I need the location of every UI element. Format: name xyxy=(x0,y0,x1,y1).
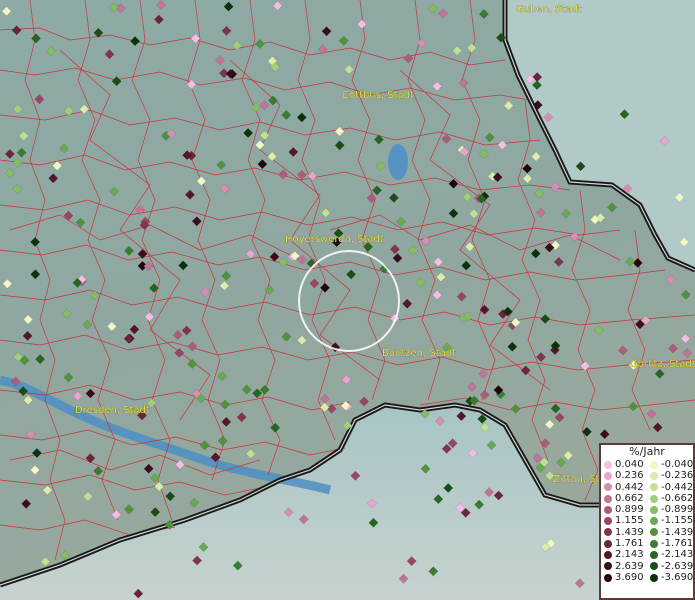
legend-entry-negative: -1.155 xyxy=(647,515,693,526)
legend-entry-positive: 1.439 xyxy=(601,527,647,538)
legend-label: 3.690 xyxy=(615,571,644,583)
legend-label: 0.236 xyxy=(615,470,644,482)
legend-swatch xyxy=(604,505,612,514)
legend-row: 0.899 -0.899 xyxy=(601,504,693,515)
legend-entry-positive: 0.899 xyxy=(601,504,647,515)
legend-entry-positive: 3.690 xyxy=(601,572,647,583)
city-label-hoyerswerda: Hoyerswerda, Stadt xyxy=(285,234,384,245)
legend-swatch xyxy=(604,573,612,582)
legend-label: -1.155 xyxy=(661,515,694,527)
legend-entry-negative: -0.899 xyxy=(647,504,693,515)
city-label-dresden: Dresden, Stadt xyxy=(75,405,150,416)
legend-row: 0.040 -0.040 xyxy=(601,459,693,470)
legend-label: -0.236 xyxy=(661,470,694,482)
legend-label: -0.442 xyxy=(661,481,694,493)
map-legend: %/Jahr 0.040 -0.040 0.236 -0.236 0.442 -0.442… xyxy=(599,443,695,600)
legend-entry-positive: 2.639 xyxy=(601,561,647,572)
legend-entry-positive: 0.662 xyxy=(601,493,647,504)
legend-label: 0.040 xyxy=(615,459,644,470)
legend-row: 3.690 -3.690 xyxy=(601,572,693,583)
city-label-cottbus: Cottbus, Stadt xyxy=(342,90,414,101)
legend-swatch xyxy=(604,471,612,480)
legend-swatch xyxy=(650,528,658,537)
map-canvas[interactable]: Guben, Stadt Cottbus, Stadt Hoyerswerda,… xyxy=(0,0,695,600)
legend-entry-positive: 1.155 xyxy=(601,515,647,526)
legend-row: 0.442 -0.442 xyxy=(601,482,693,493)
legend-rows: 0.040 -0.040 0.236 -0.236 0.442 -0.442 0.662 -0… xyxy=(601,459,693,583)
legend-entry-negative: -0.662 xyxy=(647,493,693,504)
legend-swatch xyxy=(650,562,658,571)
legend-entry-positive: 2.143 xyxy=(601,549,647,560)
legend-label: -0.899 xyxy=(661,504,694,516)
legend-entry-negative: -0.236 xyxy=(647,470,693,481)
legend-swatch xyxy=(604,460,612,469)
legend-entry-negative: -0.040 xyxy=(647,459,693,470)
city-label-bautzen: Bautzen, Stadt xyxy=(382,348,456,359)
legend-label: 1.761 xyxy=(615,538,644,550)
legend-swatch xyxy=(604,551,612,560)
city-label-goerlitz: Görlitz, Stadt xyxy=(630,359,695,370)
legend-label: 0.442 xyxy=(615,481,644,493)
legend-swatch xyxy=(604,494,612,503)
legend-label: -1.761 xyxy=(661,538,694,550)
legend-swatch xyxy=(650,573,658,582)
legend-label: -1.439 xyxy=(661,526,694,538)
legend-entry-negative: -3.690 xyxy=(647,572,693,583)
legend-swatch xyxy=(604,562,612,571)
legend-swatch xyxy=(650,471,658,480)
legend-swatch xyxy=(650,539,658,548)
legend-swatch xyxy=(604,539,612,548)
legend-label: -0.040 xyxy=(661,459,694,470)
legend-label: 0.899 xyxy=(615,504,644,516)
legend-swatch xyxy=(650,517,658,526)
legend-entry-negative: -1.439 xyxy=(647,527,693,538)
legend-title: %/Jahr xyxy=(629,445,665,458)
legend-swatch xyxy=(604,517,612,526)
legend-row: 1.155 -1.155 xyxy=(601,515,693,526)
legend-row: 1.761 -1.761 xyxy=(601,538,693,549)
legend-swatch xyxy=(650,483,658,492)
legend-row: 0.236 -0.236 xyxy=(601,470,693,481)
legend-swatch xyxy=(650,494,658,503)
legend-entry-negative: -1.761 xyxy=(647,538,693,549)
legend-entry-negative: -0.442 xyxy=(647,482,693,493)
legend-entry-positive: 1.761 xyxy=(601,538,647,549)
legend-label: -0.662 xyxy=(661,492,694,504)
legend-swatch xyxy=(650,551,658,560)
legend-row: 1.439 -1.439 xyxy=(601,527,693,538)
legend-row: 0.662 -0.662 xyxy=(601,493,693,504)
legend-label: 2.639 xyxy=(615,560,644,572)
legend-label: -3.690 xyxy=(661,571,694,583)
legend-swatch xyxy=(604,483,612,492)
legend-label: 2.143 xyxy=(615,549,644,561)
legend-row: 2.639 -2.639 xyxy=(601,561,693,572)
legend-swatch xyxy=(650,505,658,514)
legend-entry-positive: 0.442 xyxy=(601,482,647,493)
legend-entry-negative: -2.639 xyxy=(647,561,693,572)
legend-entry-positive: 0.236 xyxy=(601,470,647,481)
legend-swatch xyxy=(650,460,658,469)
city-label-guben: Guben, Stadt xyxy=(516,4,582,15)
legend-label: -2.143 xyxy=(661,549,694,561)
legend-label: 0.662 xyxy=(615,492,644,504)
legend-row: 2.143 -2.143 xyxy=(601,549,693,560)
legend-label: 1.155 xyxy=(615,515,644,527)
legend-entry-positive: 0.040 xyxy=(601,459,647,470)
legend-swatch xyxy=(604,528,612,537)
lake xyxy=(388,144,408,180)
legend-label: -2.639 xyxy=(661,560,694,572)
legend-label: 1.439 xyxy=(615,526,644,538)
legend-entry-negative: -2.143 xyxy=(647,549,693,560)
